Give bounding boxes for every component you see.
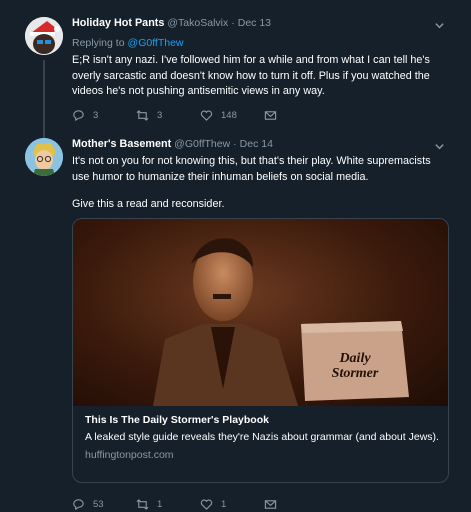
card-title: This Is The Daily Stormer's Playbook [85, 414, 269, 426]
replying-handle[interactable]: @G0ffThew [128, 37, 184, 49]
like-icon [200, 110, 213, 121]
retweet-count: 3 [157, 110, 163, 121]
link-card[interactable]: Daily Stormer This Is The Daily Stormer'… [72, 218, 449, 483]
like-count: 148 [221, 110, 237, 121]
like-icon [200, 499, 213, 510]
retweet-button[interactable]: 1 [136, 498, 200, 511]
separator: · [231, 17, 235, 29]
retweet-button[interactable]: 3 [136, 109, 200, 122]
timestamp[interactable]: Dec 13 [238, 17, 271, 29]
handle[interactable]: @G0ffThew [174, 138, 230, 150]
message-button[interactable] [264, 498, 328, 511]
reply-button[interactable]: 3 [72, 109, 136, 122]
message-icon [264, 111, 277, 120]
reply-icon [73, 499, 84, 511]
replying-prefix: Replying to [72, 37, 125, 49]
like-count: 1 [221, 499, 227, 510]
tweet-actions: 53 1 1 [72, 498, 328, 511]
separator: · [233, 138, 237, 150]
tweet-text: It's not on you for not knowing this, bu… [72, 155, 431, 183]
avatar[interactable] [25, 17, 63, 55]
timestamp[interactable]: Dec 14 [240, 138, 273, 150]
tweet-header: Mother's Basement @G0ffThew · Dec 14 [72, 138, 273, 150]
like-button[interactable]: 148 [200, 109, 264, 122]
card-description: A leaked style guide reveals they're Naz… [85, 431, 439, 443]
display-name[interactable]: Mother's Basement [72, 138, 171, 150]
retweet-icon [136, 499, 149, 510]
tweet-header: Holiday Hot Pants @TakoSalvix · Dec 13 [72, 17, 271, 29]
message-button[interactable] [264, 109, 328, 122]
laptop-logo-line-1: Daily [338, 351, 371, 366]
tweet-actions: 3 3 148 [72, 109, 328, 122]
tweet-text-2: Give this a read and reconsider. [72, 198, 225, 210]
retweet-count: 1 [157, 499, 163, 510]
like-button[interactable]: 1 [200, 498, 264, 511]
reply-count: 53 [93, 499, 104, 510]
reply-button[interactable]: 53 [72, 498, 136, 511]
display-name[interactable]: Holiday Hot Pants [72, 17, 164, 29]
card-image[interactable]: Daily Stormer [73, 219, 448, 406]
handle[interactable]: @TakoSalvix [167, 17, 228, 29]
reply-count: 3 [93, 110, 99, 121]
tweet-1[interactable]: Holiday Hot Pants @TakoSalvix · Dec 13 R… [0, 0, 471, 135]
card-text: This Is The Daily Stormer's Playbook A l… [85, 414, 440, 461]
replying-to: Replying to @G0ffThew [72, 37, 184, 49]
message-icon [264, 500, 277, 509]
reply-icon [73, 110, 84, 122]
chevron-down-icon[interactable] [434, 18, 445, 36]
card-domain: huffingtonpost.com [85, 449, 174, 461]
card-photo: Daily Stormer [153, 238, 409, 406]
laptop-logo-line-2: Stormer [332, 366, 379, 381]
retweet-icon [136, 110, 149, 121]
tweet-text: E;R isn't any nazi. I've followed him fo… [72, 54, 430, 98]
avatar[interactable] [25, 138, 63, 176]
